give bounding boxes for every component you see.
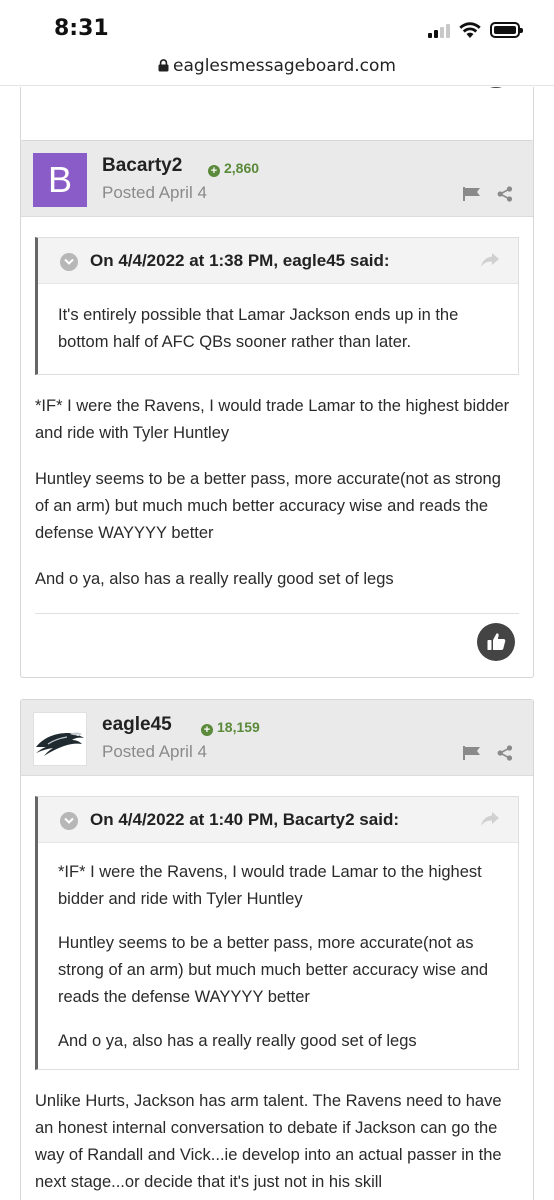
collapse-quote-icon[interactable] (60, 253, 78, 271)
status-time: 8:31 (54, 16, 109, 41)
collapse-quote-icon[interactable] (60, 812, 78, 830)
like-button[interactable] (477, 623, 515, 661)
thumbs-up-icon (487, 633, 506, 650)
go-to-quoted-post-icon[interactable] (480, 252, 500, 268)
quote-header: On 4/4/2022 at 1:38 PM, eagle45 said: (38, 238, 518, 284)
post-body: On 4/4/2022 at 1:38 PM, eagle45 said: It… (21, 237, 533, 614)
quote-block: On 4/4/2022 at 1:40 PM, Bacarty2 said: *… (35, 796, 519, 1070)
plus-icon: + (201, 724, 213, 736)
go-to-quoted-post-icon[interactable] (480, 811, 500, 827)
post-header: eagle45 +18,159 Posted April 4 (21, 700, 533, 776)
post-date[interactable]: Posted April 4 (102, 742, 207, 762)
quote-paragraph: And o ya, also has a really really good … (58, 1032, 417, 1050)
quote-citation: On 4/4/2022 at 1:40 PM, Bacarty2 said: (90, 810, 399, 829)
avatar[interactable]: B (33, 153, 87, 207)
quote-citation: On 4/4/2022 at 1:38 PM, eagle45 said: (90, 251, 390, 270)
quote-content: It's entirely possible that Lamar Jackso… (38, 284, 518, 374)
divider (35, 613, 519, 614)
author-name[interactable]: eagle45 (102, 714, 172, 736)
flag-icon[interactable] (463, 746, 481, 760)
url-text: eaglesmessageboard.com (173, 56, 396, 76)
post-paragraph: And o ya, also has a really really good … (35, 570, 394, 588)
post-header: B Bacarty2 +2,860 Posted April 4 (21, 141, 533, 217)
post-paragraph: Huntley seems to be a better pass, more … (35, 470, 501, 542)
post-date[interactable]: Posted April 4 (102, 183, 207, 203)
quote-paragraph: *IF* I were the Ravens, I would trade La… (58, 863, 482, 908)
flag-icon[interactable] (463, 187, 481, 201)
post-paragraph: Unlike Hurts, Jackson has arm talent. Th… (35, 1092, 502, 1191)
status-bar: 8:31 (0, 0, 554, 58)
share-icon[interactable] (497, 186, 513, 202)
wifi-icon (459, 22, 481, 38)
post-paragraph: *IF* I were the Ravens, I would trade La… (35, 397, 510, 442)
reputation-count: 2,860 (224, 160, 260, 176)
lock-icon (158, 59, 169, 72)
avatar[interactable] (33, 712, 87, 766)
reputation-badge: +2,860 (208, 160, 259, 177)
plus-icon: + (208, 165, 220, 177)
post: eagle45 +18,159 Posted April 4 On 4/4/20… (20, 699, 534, 1200)
eagle-logo-icon (36, 732, 84, 756)
address-bar[interactable]: eaglesmessageboard.com (0, 56, 554, 86)
reputation-count: 18,159 (217, 719, 260, 735)
battery-icon (490, 22, 523, 38)
post: B Bacarty2 +2,860 Posted April 4 On 4/4/… (20, 140, 534, 678)
forum-thread: B Bacarty2 +2,860 Posted April 4 On 4/4/… (0, 87, 554, 1200)
author-name[interactable]: Bacarty2 (102, 155, 182, 177)
share-icon[interactable] (497, 745, 513, 761)
quote-paragraph: Huntley seems to be a better pass, more … (58, 934, 489, 1006)
quote-paragraph: It's entirely possible that Lamar Jackso… (58, 306, 459, 351)
quote-block: On 4/4/2022 at 1:38 PM, eagle45 said: It… (35, 237, 519, 375)
reputation-badge: +18,159 (201, 719, 260, 736)
like-button[interactable] (477, 87, 515, 88)
quote-header: On 4/4/2022 at 1:40 PM, Bacarty2 said: (38, 797, 518, 843)
quote-content: *IF* I were the Ravens, I would trade La… (38, 843, 518, 1069)
signal-icon (428, 24, 452, 38)
post-body: On 4/4/2022 at 1:40 PM, Bacarty2 said: *… (21, 796, 533, 1196)
